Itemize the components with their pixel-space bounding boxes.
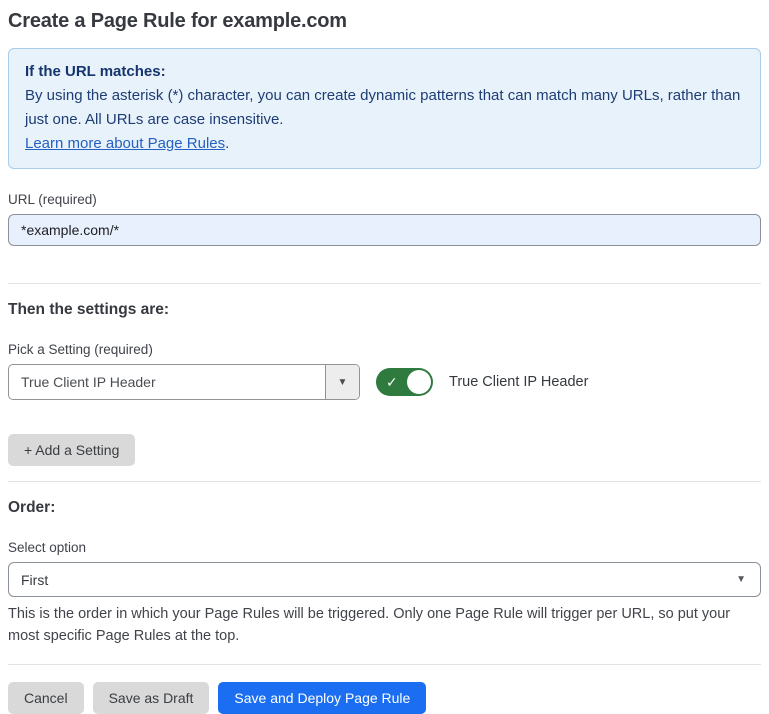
pick-setting-label: Pick a Setting (required)	[8, 342, 761, 357]
order-select[interactable]: First ▼	[8, 562, 761, 597]
url-field-label: URL (required)	[8, 192, 761, 207]
setting-row: True Client IP Header ▼ ✓ True Client IP…	[8, 364, 761, 400]
toggle-label: True Client IP Header	[449, 374, 588, 390]
settings-section-heading: Then the settings are:	[8, 301, 761, 319]
save-and-deploy-button[interactable]: Save and Deploy Page Rule	[218, 682, 426, 714]
order-select-label: Select option	[8, 540, 761, 555]
info-box-body: By using the asterisk (*) character, you…	[25, 84, 744, 132]
cancel-button[interactable]: Cancel	[8, 682, 84, 714]
setting-select-value: True Client IP Header	[9, 365, 325, 399]
toggle-knob	[407, 370, 431, 394]
url-match-info-box: If the URL matches: By using the asteris…	[8, 48, 761, 169]
order-section-heading: Order:	[8, 499, 761, 517]
footer-buttons: Cancel Save as Draft Save and Deploy Pag…	[8, 682, 761, 714]
url-input[interactable]	[8, 214, 761, 246]
chevron-down-icon[interactable]: ▼	[325, 365, 359, 399]
setting-select[interactable]: True Client IP Header ▼	[8, 364, 360, 400]
learn-more-link[interactable]: Learn more about Page Rules	[25, 135, 225, 152]
order-help-text: This is the order in which your Page Rul…	[8, 603, 753, 647]
section-divider	[8, 283, 761, 284]
save-as-draft-button[interactable]: Save as Draft	[93, 682, 210, 714]
section-divider	[8, 481, 761, 482]
true-client-ip-toggle[interactable]: ✓	[376, 368, 433, 396]
section-divider	[8, 664, 761, 665]
order-select-value: First	[21, 572, 736, 588]
checkmark-icon: ✓	[386, 375, 398, 389]
info-link-line: Learn more about Page Rules.	[25, 132, 744, 156]
add-setting-button[interactable]: + Add a Setting	[8, 434, 135, 466]
link-suffix: .	[225, 135, 229, 152]
chevron-down-icon: ▼	[736, 574, 746, 585]
info-box-heading: If the URL matches:	[25, 60, 744, 84]
page-title: Create a Page Rule for example.com	[8, 10, 761, 33]
